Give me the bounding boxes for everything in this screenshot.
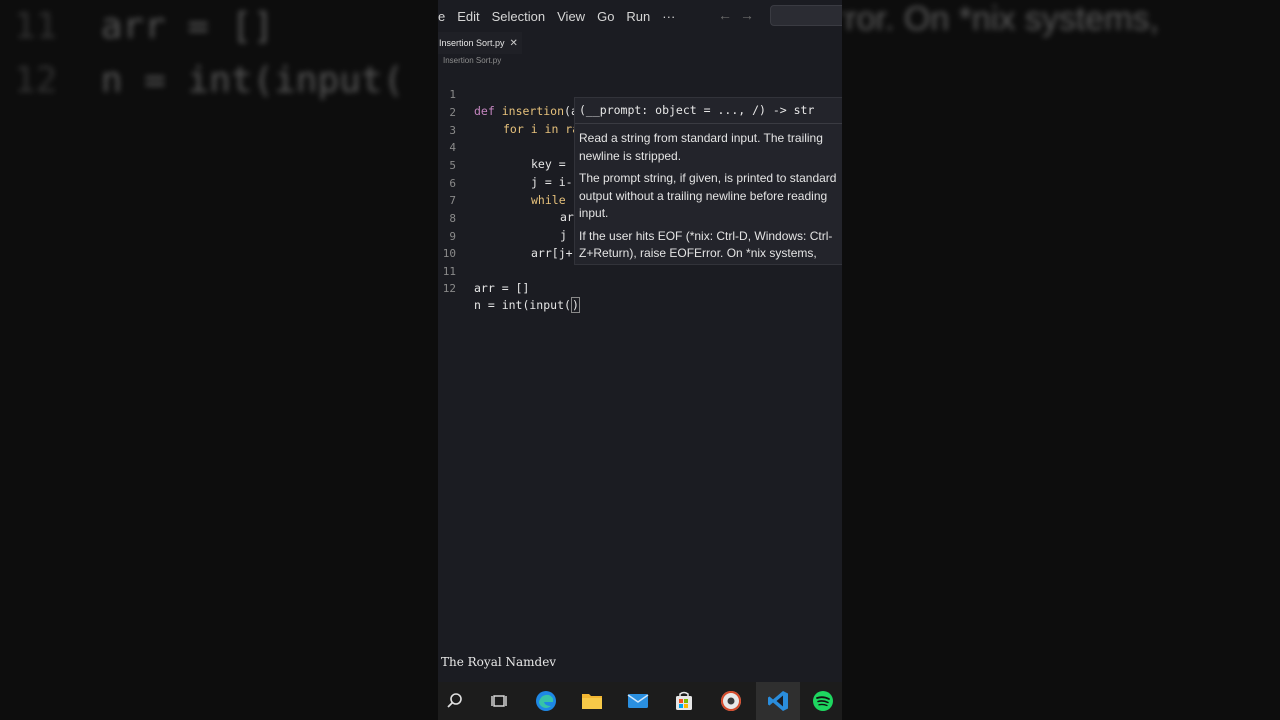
line-number: 12 [442,282,456,295]
tooltip-paragraph: The prompt string, if given, is printed … [579,171,837,220]
nav-arrows: ←→ [718,7,762,23]
tab-insertion-sort[interactable]: Insertion Sort.py ✕ [438,32,522,54]
code-token: ) [570,297,580,313]
menu-bar: e Edit Selection View Go Run ··· ←→ [438,0,842,32]
store-icon[interactable] [673,690,695,712]
tooltip-divider [575,123,842,124]
code-line: 12 n = int(input() [438,263,842,313]
watermark: The Royal Namdev [441,655,557,669]
backdrop-code: n = int(input( [100,60,405,101]
vscode-icon[interactable] [767,690,789,712]
backdrop-line-number: 12 [14,60,58,101]
code-text: n = int(input() [474,297,580,314]
backdrop-line-number: 11 [14,6,58,47]
search-icon[interactable] [444,690,466,712]
close-icon[interactable]: ✕ [510,38,518,49]
command-center-search[interactable] [770,5,842,26]
menu-go[interactable]: Go [597,9,626,24]
breadcrumb[interactable]: Insertion Sort.py [443,56,501,65]
code-line: 1 def insertion(arr): [438,69,842,118]
menu-run[interactable]: Run [626,9,662,24]
backdrop-left: 11 arr = [] 12 n = int(input( [0,0,438,720]
menu-view[interactable]: View [557,9,597,24]
menu-edit[interactable]: Edit [457,9,491,24]
forward-arrow-icon[interactable]: → [740,7,762,23]
file-explorer-icon[interactable] [581,690,603,712]
backdrop-line: 12 n = int(input( [14,60,404,101]
code-text: arr = [] [474,281,530,295]
back-arrow-icon[interactable]: ← [718,7,740,23]
code-token: n = int(input( [474,298,571,312]
mail-icon[interactable] [627,690,649,712]
menu-more[interactable]: ··· [662,9,687,24]
backdrop-right: rror. On *nix systems, [842,0,1280,720]
hover-tooltip: (__prompt: object = ..., /) -> str Read … [574,97,842,265]
edge-icon[interactable] [535,690,557,712]
windows-taskbar [438,682,842,720]
backdrop-text: rror. On *nix systems, [842,0,1159,38]
spotify-icon[interactable] [812,690,834,712]
tooltip-paragraph: If the user hits EOF (*nix: Ctrl-D, Wind… [579,228,833,261]
task-view-icon[interactable] [488,690,510,712]
tab-bar: Insertion Sort.py ✕ [438,32,842,54]
menu-file[interactable]: e [438,9,457,24]
vscode-window: e Edit Selection View Go Run ··· ←→ Inse… [438,0,842,720]
menu-selection[interactable]: Selection [492,9,557,24]
chrome-icon[interactable] [720,690,742,712]
backdrop-line: 11 arr = [] [14,6,274,47]
backdrop-code: arr = [] [100,6,275,47]
function-signature: (__prompt: object = ..., /) -> str [579,103,815,117]
tab-label: Insertion Sort.py [439,38,505,48]
tooltip-paragraph: Read a string from standard input. The t… [579,131,823,163]
